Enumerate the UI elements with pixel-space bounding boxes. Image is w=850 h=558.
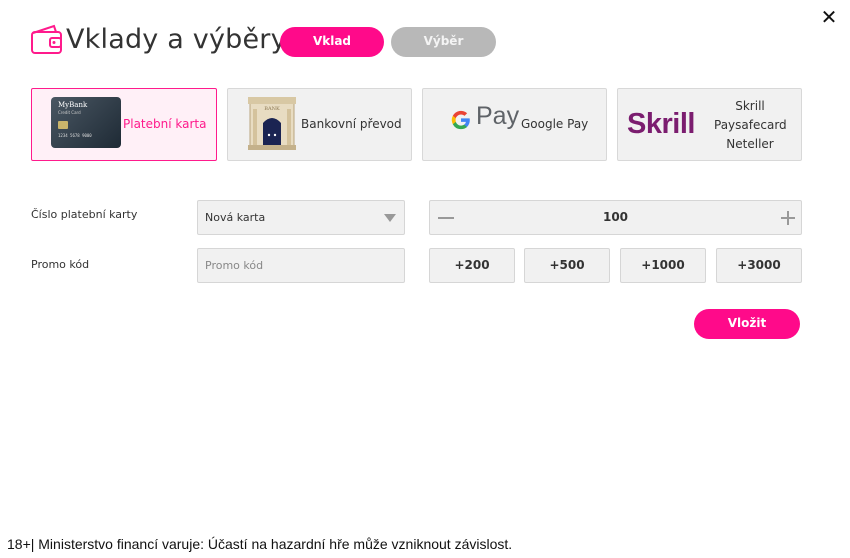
method-label-neteller: Neteller: [726, 137, 774, 151]
card-select-value: Nová karta: [205, 211, 266, 224]
card-type-text: Credit Card: [58, 110, 81, 115]
quick-amount-button[interactable]: +200: [429, 248, 515, 283]
credit-card-icon: MyBank Credit Card 1234 5678 9000: [51, 97, 121, 148]
pay-logo-text: Pay: [476, 102, 520, 130]
card-select[interactable]: Nová karta: [197, 200, 405, 235]
promo-code-label: Promo kód: [31, 258, 90, 271]
deposit-submit-button[interactable]: Vložit: [694, 309, 800, 339]
quick-amount-button[interactable]: +3000: [716, 248, 802, 283]
method-label-skrill: Skrill: [735, 99, 765, 113]
method-google-pay[interactable]: Pay Google Pay: [422, 88, 607, 161]
method-skrill[interactable]: Skrill Skrill Paysafecard Neteller: [617, 88, 802, 161]
promo-code-input[interactable]: [197, 248, 405, 283]
card-number-text: 1234 5678 9000: [58, 133, 92, 138]
plus-icon-v: [787, 211, 789, 225]
tab-vyber[interactable]: Výběr: [391, 27, 496, 57]
method-label: Google Pay: [521, 117, 589, 131]
google-g-icon: [451, 110, 470, 130]
method-label: Platební karta: [123, 117, 207, 131]
wallet-icon: [31, 24, 62, 54]
method-label-paysafecard: Paysafecard: [714, 118, 787, 132]
quick-amount-button[interactable]: +1000: [620, 248, 706, 283]
tab-vklad[interactable]: Vklad: [280, 27, 384, 57]
skrill-logo: Skrill: [627, 108, 695, 140]
method-bank-transfer[interactable]: BANK Bankovní převod: [227, 88, 412, 161]
method-credit-card[interactable]: MyBank Credit Card 1234 5678 9000 Plateb…: [31, 88, 217, 161]
card-chip: [58, 121, 68, 129]
quick-amount-button[interactable]: +500: [524, 248, 610, 283]
amount-stepper: 100: [429, 200, 802, 235]
amount-value[interactable]: 100: [430, 210, 801, 224]
method-label-group: Skrill Paysafecard Neteller: [714, 97, 787, 154]
card-bank-name: MyBank: [58, 101, 88, 109]
chevron-down-icon: [384, 214, 396, 222]
card-number-label: Číslo platební karty: [31, 208, 138, 221]
svg-text:BANK: BANK: [264, 106, 280, 112]
gambling-disclaimer: 18+| Ministerstvo financí varuje: Účastí…: [7, 536, 513, 552]
close-icon[interactable]: ✕: [818, 6, 840, 28]
page-title: Vklady a výběry: [66, 24, 287, 55]
bank-building-icon: BANK: [248, 97, 296, 150]
method-label: Bankovní převod: [301, 117, 402, 131]
